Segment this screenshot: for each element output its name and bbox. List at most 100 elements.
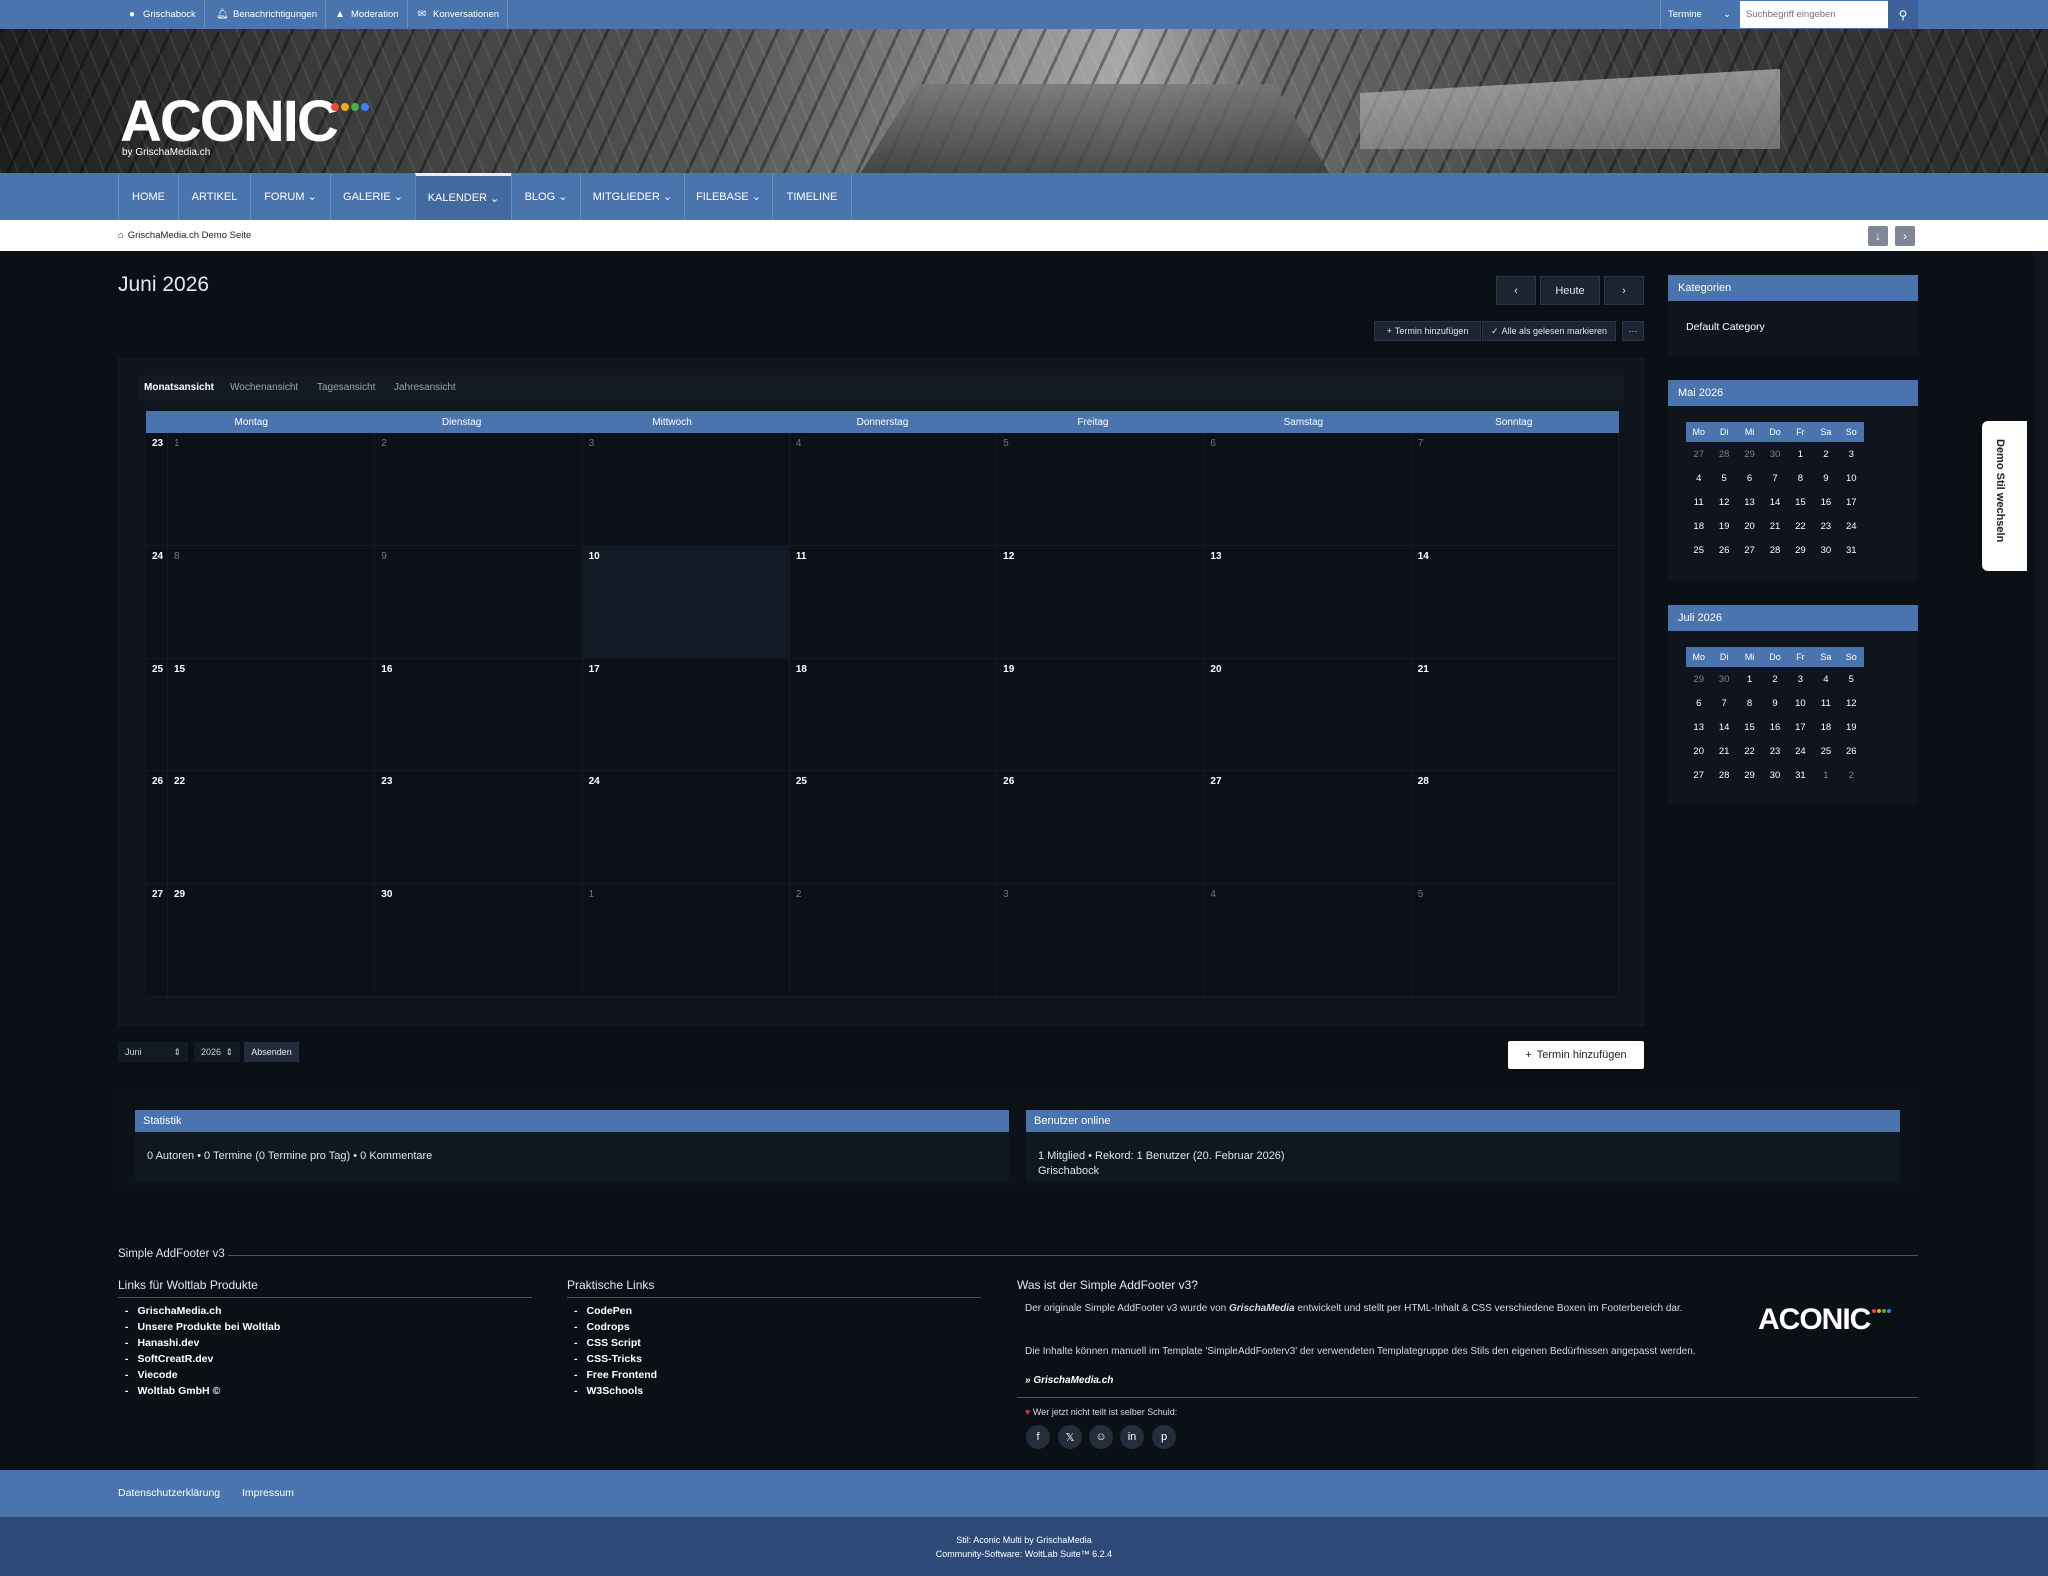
mini-day[interactable]: 5 [1711,466,1736,490]
mini-day[interactable]: 4 [1813,667,1838,691]
week-number[interactable]: 27 [146,884,168,997]
mini-day[interactable]: 25 [1813,739,1838,763]
mini-day[interactable]: 18 [1686,514,1711,538]
day-cell[interactable]: 18 [789,658,998,772]
add-event-button[interactable]: + Termin hinzufügen [1374,321,1481,341]
mini-day[interactable]: 30 [1813,538,1838,562]
day-cell[interactable]: 7 [1411,433,1619,546]
mini-day[interactable]: 5 [1839,667,1864,691]
footer-link[interactable]: CodePen [574,1303,657,1319]
facebook-icon[interactable]: f [1026,1425,1050,1449]
mini-day[interactable]: 28 [1762,538,1787,562]
mini-day[interactable]: 1 [1813,763,1838,787]
mini-day[interactable]: 19 [1711,514,1736,538]
tab-week[interactable]: Wochenansicht [230,382,298,393]
day-cell[interactable]: 24 [582,771,790,885]
mini-day[interactable]: 13 [1737,490,1762,514]
nav-mitglieder[interactable]: MITGLIEDER ⌄ [580,173,684,220]
mini-day[interactable]: 24 [1788,739,1813,763]
mini-day[interactable]: 3 [1788,667,1813,691]
footer-link[interactable]: GrischaMedia.ch [125,1303,280,1319]
footer-link[interactable]: Codrops [574,1319,657,1335]
day-cell[interactable]: 27 [1204,771,1412,885]
mini-day[interactable]: 29 [1686,667,1711,691]
day-cell[interactable]: 11 [789,545,998,659]
day-cell[interactable]: 6 [1204,433,1412,546]
tab-day[interactable]: Tagesansicht [317,382,375,393]
day-cell[interactable]: 5 [997,433,1205,546]
day-cell[interactable]: 16 [375,658,583,772]
mini-day[interactable]: 11 [1813,691,1838,715]
conversations-link[interactable]: ✉ Konversationen [408,0,509,29]
day-cell[interactable]: 1 [582,884,790,997]
mini-day[interactable]: 7 [1762,466,1787,490]
mini-day[interactable]: 13 [1686,715,1711,739]
tab-month[interactable]: Monatsansicht [144,382,214,393]
add-event-button-bottom[interactable]: + Termin hinzufügen [1508,1041,1644,1069]
mini-day[interactable]: 21 [1711,739,1736,763]
mini-day[interactable]: 7 [1711,691,1736,715]
footer-link[interactable]: Woltlab GmbH © [125,1383,280,1399]
user-menu[interactable]: ● Grischabock [118,0,205,29]
forward-button[interactable]: › [1895,226,1915,246]
mini-day[interactable]: 17 [1788,715,1813,739]
mini-day[interactable]: 23 [1762,739,1787,763]
mini-day[interactable]: 14 [1711,715,1736,739]
week-number[interactable]: 25 [146,658,168,772]
mini-day[interactable]: 20 [1737,514,1762,538]
mini-day[interactable]: 8 [1737,691,1762,715]
month-select[interactable]: Juni ⇕ [118,1042,188,1062]
mini-calendar-title[interactable]: Juli 2026 [1668,605,1918,631]
day-cell[interactable]: 15 [168,658,376,772]
mini-day[interactable]: 26 [1839,739,1864,763]
mini-day[interactable]: 12 [1839,691,1864,715]
mini-calendar-title[interactable]: Mai 2026 [1668,380,1918,406]
mini-day[interactable]: 20 [1686,739,1711,763]
more-options-button[interactable]: ··· [1622,321,1644,341]
mini-day[interactable]: 29 [1788,538,1813,562]
mark-all-read-button[interactable]: ✓ Alle als gelesen markieren [1482,321,1616,341]
search-input[interactable] [1740,1,1888,28]
nav-blog[interactable]: BLOG ⌄ [511,173,580,220]
day-cell[interactable]: 9 [375,545,583,659]
day-cell[interactable]: 3 [997,884,1205,997]
footer-link[interactable]: CSS Script [574,1335,657,1351]
next-month-button[interactable]: › [1604,276,1644,305]
breadcrumb[interactable]: ⌂ GrischaMedia.ch Demo Seite [118,230,251,241]
grischamedia-link[interactable]: » GrischaMedia.ch [1025,1374,1113,1388]
mini-day[interactable]: 2 [1762,667,1787,691]
day-cell[interactable]: 8 [168,545,376,659]
day-cell[interactable]: 2 [375,433,583,546]
day-cell[interactable]: 23 [375,771,583,885]
pinterest-icon[interactable]: p [1152,1425,1176,1449]
mini-day[interactable]: 21 [1762,514,1787,538]
nav-kalender[interactable]: KALENDER ⌄ [415,173,511,220]
day-cell[interactable]: 29 [168,884,376,997]
mini-day[interactable]: 27 [1686,763,1711,787]
day-cell[interactable]: 20 [1204,658,1412,772]
notifications-link[interactable]: 🔔︎ Benachrichtigungen [208,0,326,29]
imprint-link[interactable]: Impressum [242,1487,294,1499]
mini-day[interactable]: 1 [1737,667,1762,691]
day-cell[interactable]: 22 [168,771,376,885]
category-link[interactable]: Default Category [1686,321,1765,333]
search-scope-select[interactable]: Termine ⌄ [1660,0,1738,29]
mini-day[interactable]: 28 [1711,763,1736,787]
mini-day[interactable]: 2 [1813,442,1838,466]
day-cell[interactable]: 1 [168,433,376,546]
tab-year[interactable]: Jahresansicht [394,382,456,393]
mini-day[interactable]: 29 [1737,442,1762,466]
style-credit[interactable]: Stil: Aconic Multi by GrischaMedia [0,1535,2048,1545]
nav-galerie[interactable]: GALERIE ⌄ [330,173,415,220]
nav-forum[interactable]: FORUM ⌄ [250,173,330,220]
week-number[interactable]: 24 [146,545,168,659]
privacy-link[interactable]: Datenschutzerklärung [118,1487,220,1499]
mini-day[interactable]: 27 [1686,442,1711,466]
mini-day[interactable]: 30 [1762,442,1787,466]
mini-day[interactable]: 23 [1813,514,1838,538]
footer-link[interactable]: SoftCreatR.dev [125,1351,280,1367]
software-credit[interactable]: Community-Software: WoltLab Suite™ 6.2.4 [0,1549,2048,1559]
day-cell[interactable]: 19 [997,658,1205,772]
mini-day[interactable]: 6 [1737,466,1762,490]
mini-day[interactable]: 1 [1788,442,1813,466]
